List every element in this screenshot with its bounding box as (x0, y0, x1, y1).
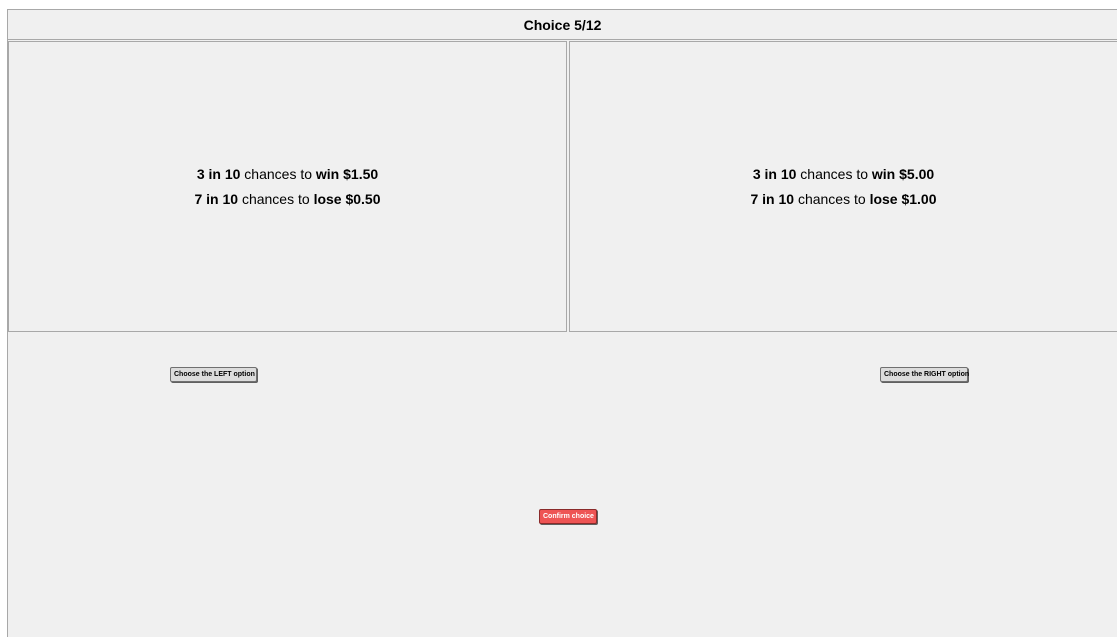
right-win-line: 3 in 10 chances to win $5.00 (753, 162, 934, 187)
left-win-line: 3 in 10 chances to win $1.50 (197, 162, 378, 187)
right-option-panel: 3 in 10 chances to win $5.00 7 in 10 cha… (569, 41, 1117, 332)
left-win-odds: 3 in 10 (196, 165, 241, 182)
right-lose-verb: lose (869, 190, 898, 207)
left-lose-odds: 7 in 10 (194, 190, 239, 207)
choose-left-button[interactable]: Choose the LEFT option (170, 367, 257, 382)
right-lose-line: 7 in 10 chances to lose $1.00 (750, 187, 936, 212)
left-win-amount: $1.50 (343, 165, 379, 182)
choose-right-button[interactable]: Choose the RIGHT option (880, 367, 969, 382)
left-win-mid: chances to (240, 165, 316, 182)
left-lose-mid: chances to (238, 190, 314, 207)
left-lose-line: 7 in 10 chances to lose $0.50 (194, 187, 380, 212)
confirm-choice-button[interactable]: Confirm choice (539, 509, 597, 524)
right-win-mid: chances to (796, 165, 872, 182)
left-lose-verb: lose (313, 190, 342, 207)
page-title: Choice 5/12 (8, 10, 1117, 40)
choice-screen: Choice 5/12 3 in 10 chances to win $1.50… (7, 9, 1117, 637)
right-win-verb: win (871, 165, 896, 182)
right-lose-amount: $1.00 (901, 190, 937, 207)
right-win-amount: $5.00 (899, 165, 935, 182)
right-lose-odds: 7 in 10 (750, 190, 795, 207)
left-lose-amount: $0.50 (345, 190, 381, 207)
right-lose-mid: chances to (794, 190, 870, 207)
right-win-odds: 3 in 10 (752, 165, 797, 182)
left-option-panel: 3 in 10 chances to win $1.50 7 in 10 cha… (8, 41, 567, 332)
left-win-verb: win (315, 165, 340, 182)
